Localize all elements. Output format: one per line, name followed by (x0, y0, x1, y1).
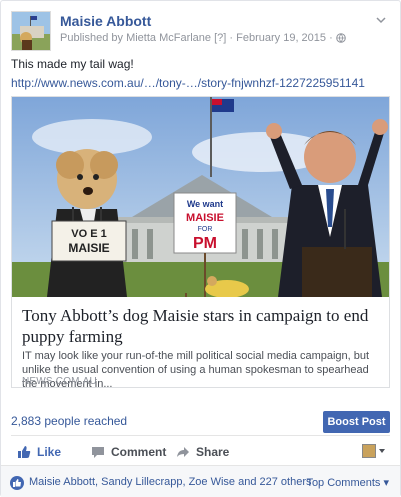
sign-right-line3: FOR (198, 226, 213, 233)
profile-switcher[interactable] (362, 442, 390, 460)
thumbs-up-icon (17, 445, 31, 459)
meta-separator-2: · (329, 32, 333, 44)
divider (11, 435, 390, 436)
share-button[interactable]: Share (176, 443, 229, 461)
chevron-down-icon[interactable] (374, 13, 388, 27)
action-bar: Like Comment Share (11, 439, 390, 465)
sign-right-line2: MAISIE (186, 212, 224, 224)
page-avatar[interactable] (11, 11, 51, 51)
link-preview-image[interactable]: VO E 1 MAISIE We want MAISIE FOR PM (12, 97, 389, 297)
share-label: Share (196, 445, 230, 459)
globe-icon (336, 33, 346, 46)
reactions-bar: Maisie Abbott, Sandy Lillecrapp, Zoe Wis… (1, 465, 400, 497)
caret-down-icon (378, 444, 386, 458)
comment-label: Comment (111, 445, 167, 459)
sign-right-line4: PM (193, 235, 217, 252)
like-label: Like (37, 445, 62, 459)
comment-button[interactable]: Comment (91, 443, 166, 461)
published-by-label: Published by (60, 32, 123, 44)
boost-post-button[interactable]: Boost Post (323, 411, 390, 433)
post-link[interactable]: http://www.news.com.au/…/tony-…/story-fn… (11, 76, 365, 90)
link-preview-source: NEWS.COM.AU (22, 376, 97, 387)
sign-right-line1: We want (187, 199, 223, 209)
link-preview-card[interactable]: VO E 1 MAISIE We want MAISIE FOR PM Tony… (11, 96, 390, 390)
publisher-name[interactable]: Mietta McFarlane (126, 32, 211, 44)
like-reaction-icon (10, 476, 24, 490)
post-text: This made my tail wag! (11, 57, 134, 71)
comment-icon (91, 445, 105, 459)
sign-left-line1: VO E 1 (71, 228, 106, 240)
top-comments-dropdown[interactable]: Top Comments ▾ (306, 476, 389, 489)
people-reached[interactable]: 2,883 people reached (11, 414, 127, 428)
publisher-badge[interactable]: [?] (214, 32, 226, 44)
reaction-names[interactable]: Maisie Abbott, Sandy Lillecrapp, Zoe Wis… (29, 476, 312, 488)
post-header: Maisie Abbott Published by Mietta McFarl… (11, 11, 390, 51)
sign-left-line2: MAISIE (68, 241, 109, 255)
post-date[interactable]: February 19, 2015 (236, 32, 326, 44)
meta-separator: · (229, 32, 234, 44)
mini-avatar (362, 444, 376, 458)
post-meta: Published by Mietta McFarlane [?] · Febr… (60, 32, 346, 46)
reach-row: 2,883 people reached Boost Post (11, 411, 390, 433)
like-button[interactable]: Like (17, 443, 61, 461)
page-name[interactable]: Maisie Abbott (60, 13, 151, 29)
share-icon (176, 445, 190, 459)
link-preview-title[interactable]: Tony Abbott’s dog Maisie stars in campai… (22, 305, 377, 347)
post-card: Maisie Abbott Published by Mietta McFarl… (0, 0, 401, 497)
